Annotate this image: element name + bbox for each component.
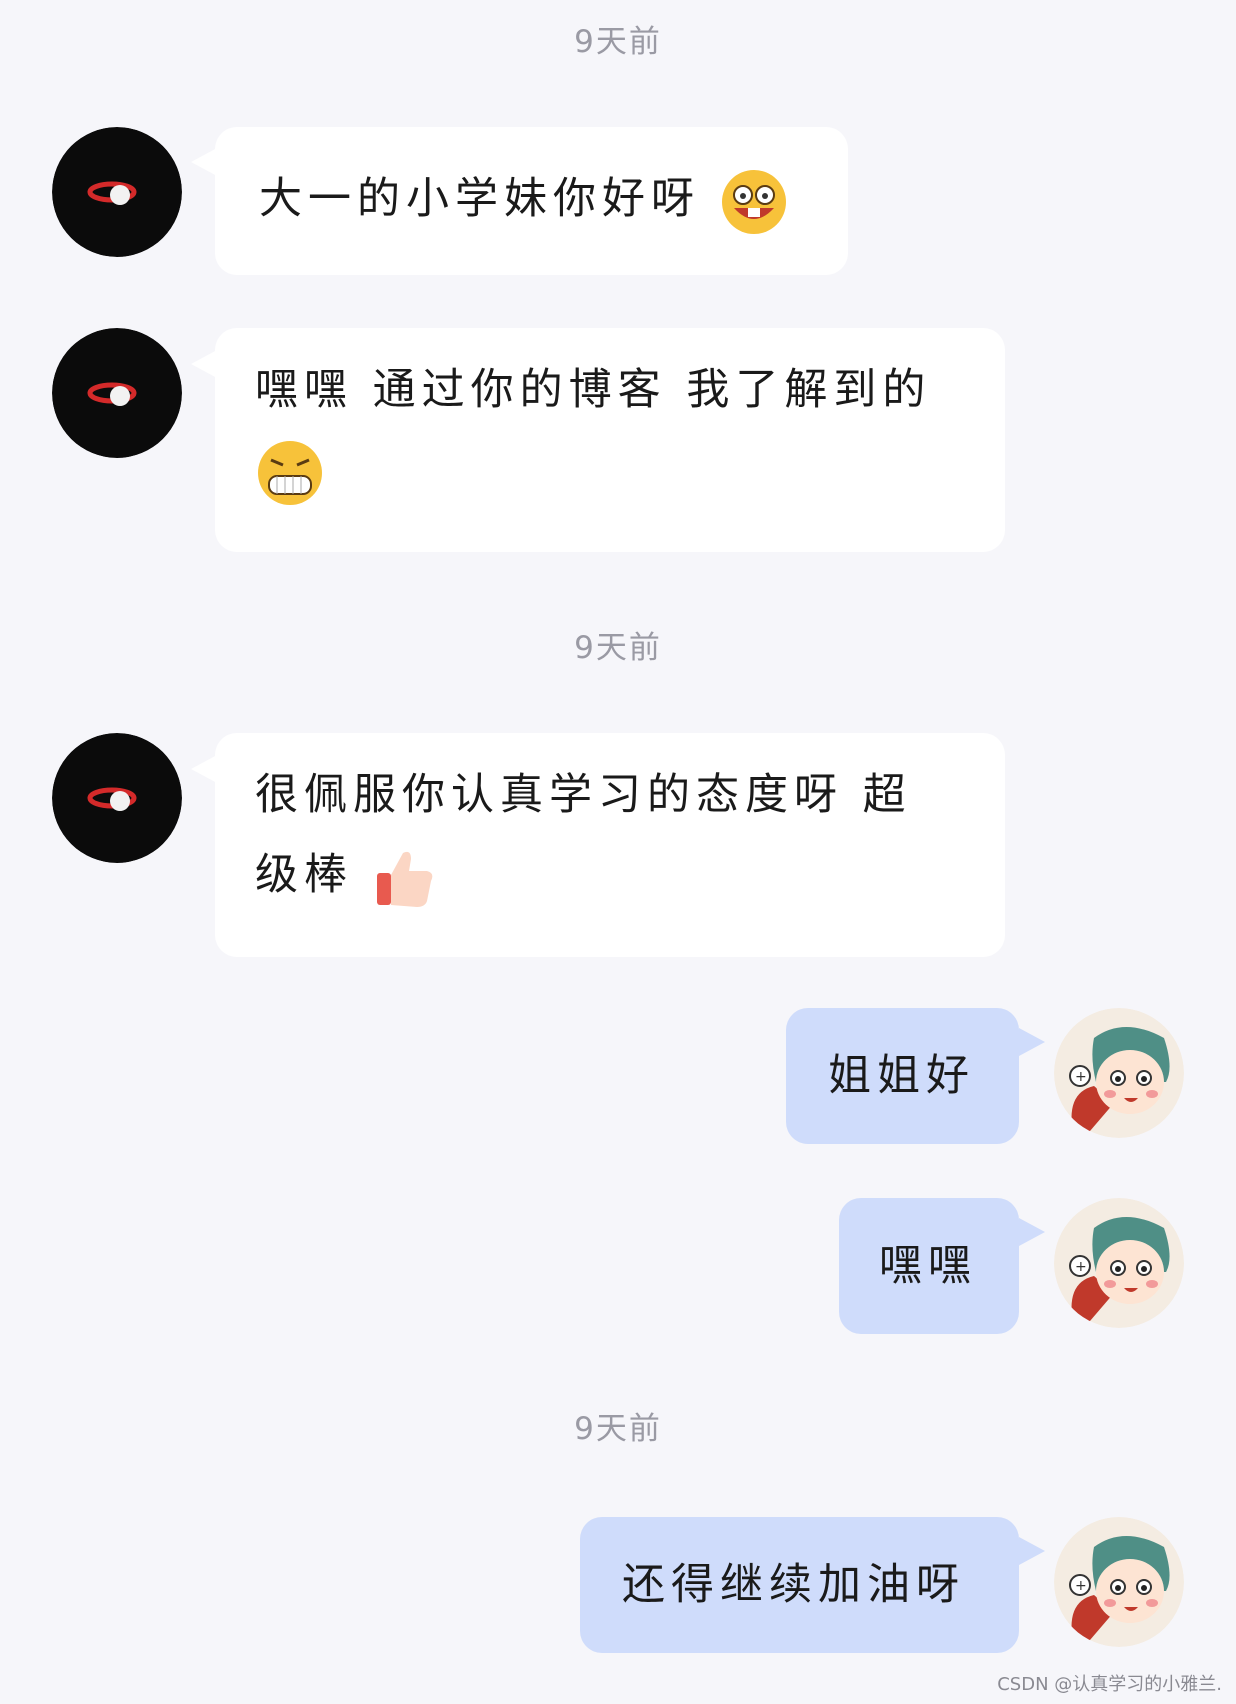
timestamp: 9天前	[574, 630, 662, 666]
bubble-tail	[1019, 1028, 1045, 1056]
message-text: 嘿嘿	[879, 1241, 977, 1291]
message-bubble-incoming[interactable]: 嘿嘿 通过你的博客 我了解到的	[215, 328, 1005, 552]
contact-avatar[interactable]	[52, 733, 182, 863]
message-text: 姐姐好	[828, 1051, 975, 1101]
bubble-tail	[191, 350, 217, 378]
contact-avatar[interactable]	[52, 328, 182, 458]
message-bubble-outgoing[interactable]: 姐姐好	[786, 1008, 1019, 1144]
message-text: 还得继续加油呀	[622, 1560, 965, 1610]
dark-eclipse-avatar-icon	[52, 328, 182, 458]
message-bubble-incoming[interactable]: 大一的小学妹你好呀	[215, 127, 848, 275]
timestamp: 9天前	[574, 1411, 662, 1447]
my-avatar[interactable]: +	[1054, 1008, 1184, 1138]
message-text-line-1: 很佩服你认真学习的态度呀 超	[255, 770, 912, 820]
svg-text:+: +	[1075, 1069, 1087, 1085]
cartoon-girl-avatar-icon: +	[1054, 1008, 1184, 1138]
contact-avatar[interactable]	[52, 127, 182, 257]
bubble-tail	[191, 755, 217, 783]
svg-text:+: +	[1075, 1578, 1087, 1594]
svg-text:+: +	[1075, 1259, 1087, 1275]
cartoon-girl-avatar-icon: +	[1054, 1517, 1184, 1647]
thumbs-up-emoji-icon	[373, 845, 437, 911]
grinning-buck-tooth-emoji-icon	[720, 168, 788, 236]
bubble-tail	[1019, 1537, 1045, 1565]
message-text: 大一的小学妹你好呀	[259, 174, 700, 224]
my-avatar[interactable]: +	[1054, 1198, 1184, 1328]
timestamp: 9天前	[574, 24, 662, 60]
message-bubble-outgoing[interactable]: 嘿嘿	[839, 1198, 1019, 1334]
toothy-grin-emoji-icon	[255, 438, 325, 508]
my-avatar[interactable]: +	[1054, 1517, 1184, 1647]
message-text-line-2: 级棒	[255, 850, 353, 900]
message-bubble-outgoing[interactable]: 还得继续加油呀	[580, 1517, 1019, 1653]
message-text: 嘿嘿 通过你的博客 我了解到的	[255, 365, 932, 415]
watermark: CSDN @认真学习的小雅兰.	[997, 1674, 1222, 1695]
message-bubble-incoming[interactable]: 很佩服你认真学习的态度呀 超 级棒	[215, 733, 1005, 957]
bubble-tail	[1019, 1218, 1045, 1246]
bubble-tail	[191, 148, 217, 176]
cartoon-girl-avatar-icon: +	[1054, 1198, 1184, 1328]
dark-eclipse-avatar-icon	[52, 127, 182, 257]
dark-eclipse-avatar-icon	[52, 733, 182, 863]
